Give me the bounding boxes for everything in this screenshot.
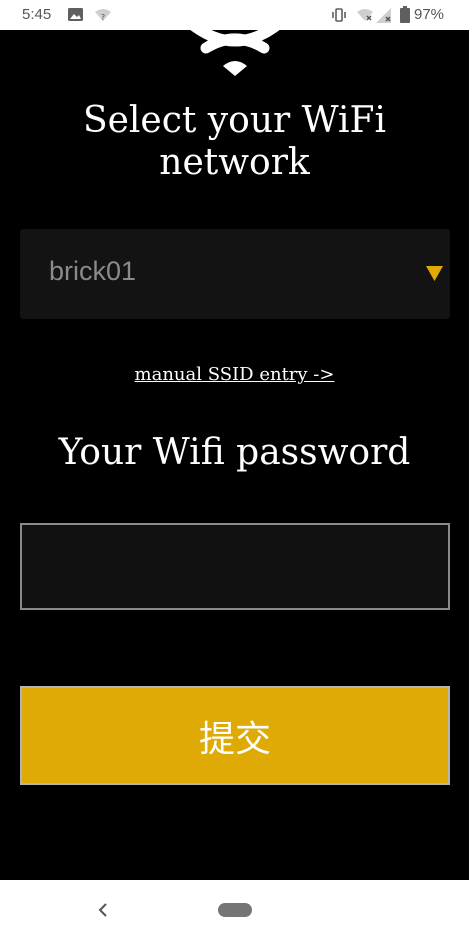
submit-button[interactable]: 提交 [20,686,450,785]
signal-icon [376,8,391,23]
wifi-icon [184,20,286,76]
page-title-line1: Select your WiFi [82,100,387,141]
network-select-value: brick01 [49,256,137,286]
page-title: Select your WiFi network [0,100,469,184]
status-time: 5:45 [22,6,52,23]
vibrate-icon [332,8,346,22]
wifi-x-icon [357,9,373,21]
network-select[interactable]: brick01 [20,229,450,319]
battery-percentage: 97% [414,6,445,23]
wifi-question-icon: ? [95,9,111,22]
navigation-bar [0,880,469,938]
submit-button-label: 提交 [198,718,271,760]
svg-text:?: ? [101,13,105,22]
image-icon [68,8,83,21]
battery-icon [400,6,410,23]
home-pill[interactable] [218,903,252,917]
manual-ssid-link[interactable]: manual SSID entry -> [0,364,469,385]
back-icon[interactable] [96,902,110,918]
password-label: Your Wifi password [58,432,411,473]
page-title-line2: network [159,142,310,183]
triangle-down-icon [426,266,443,281]
password-input[interactable] [20,523,450,610]
